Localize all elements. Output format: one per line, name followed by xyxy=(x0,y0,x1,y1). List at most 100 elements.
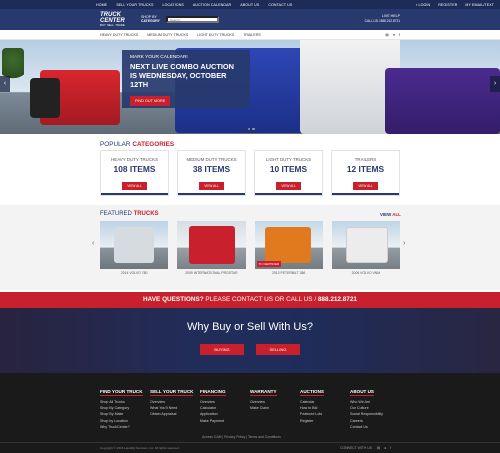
featured-next-arrow[interactable]: › xyxy=(403,240,405,247)
facebook-icon[interactable]: f xyxy=(390,446,391,450)
heading-accent: TRUCKS xyxy=(133,211,159,217)
buying-button[interactable]: BUYING xyxy=(200,344,244,355)
subnav-light-duty[interactable]: LIGHT DUTY TRUCKS xyxy=(197,33,234,37)
category-name: LIGHT DUTY TRUCKS xyxy=(265,157,312,162)
footer: FIND YOUR TRUCK Shop All Trucks Shop By … xyxy=(0,373,500,453)
footer-bottom: Access CAM | Privacy Policy | Terms and … xyxy=(0,435,500,453)
footer-col-sell: SELL YOUR TRUCK Overview What You'll Nee… xyxy=(150,380,200,430)
subnav-medium-duty[interactable]: MEDIUM DUTY TRUCKS xyxy=(147,33,188,37)
footer-columns: FIND YOUR TRUCK Shop All Trucks Shop By … xyxy=(100,380,400,430)
nav-sell[interactable]: SELL YOUR TRUCKS xyxy=(116,3,153,7)
nav-auction-calendar[interactable]: AUCTION CALENDAR xyxy=(193,3,231,7)
category-card-heavy[interactable]: HEAVY DUTY TRUCKS 108 ITEMS VIEW ALL xyxy=(100,150,169,196)
truck-caption: 2013 PETERBILT 386 xyxy=(272,271,306,275)
facebook-icon[interactable]: f xyxy=(399,33,400,37)
footer-heading: SELL YOUR TRUCK xyxy=(150,389,194,396)
category-label: CATEGORY xyxy=(141,19,160,23)
subnav-heavy-duty[interactable]: HEAVY DUTY TRUCKS xyxy=(100,33,138,37)
category-card-medium[interactable]: MEDIUM DUTY TRUCKS 38 ITEMS VIEW ALL xyxy=(177,150,246,196)
logo-tagline: BUY. SELL. TRADE xyxy=(100,23,125,27)
category-nav: HEAVY DUTY TRUCKS MEDIUM DUTY TRUCKS LIG… xyxy=(0,30,500,40)
category-cards: HEAVY DUTY TRUCKS 108 ITEMS VIEW ALL MED… xyxy=(100,150,400,196)
category-count: 10 ITEMS xyxy=(269,164,308,174)
view-all-link[interactable]: VIEW ALL xyxy=(380,212,401,217)
featured-truck-card[interactable]: 2014 VOLVO 780 xyxy=(100,221,169,279)
footer-legal-links[interactable]: Access CAM | Privacy Policy | Terms and … xyxy=(202,435,281,439)
view-all-button[interactable]: VIEW ALL xyxy=(353,182,378,190)
featured-prev-arrow[interactable]: ‹ xyxy=(92,240,94,247)
slider-dots xyxy=(244,128,255,131)
footer-link[interactable]: Contact Us xyxy=(350,424,400,430)
truck-photo: TC CERTIFIED xyxy=(254,221,323,269)
slide-dot[interactable] xyxy=(244,128,247,131)
top-nav: HOME SELL YOUR TRUCKS LOCATIONS AUCTION … xyxy=(0,0,500,9)
selling-button[interactable]: SELLING xyxy=(256,344,300,355)
why-buttons: BUYING SELLING xyxy=(0,344,500,355)
card-underline xyxy=(255,193,322,195)
slide-dot[interactable] xyxy=(252,128,255,131)
featured-carousel: 2014 VOLVO 780 2009 INTERNATIONAL PROSTA… xyxy=(100,221,400,279)
connect-label: CONNECT WITH US xyxy=(340,446,372,450)
view-all-button[interactable]: VIEW ALL xyxy=(122,182,147,190)
footer-heading: FINANCING xyxy=(200,389,226,396)
hero-prev-arrow[interactable]: ‹ xyxy=(0,76,10,92)
hero-next-arrow[interactable]: › xyxy=(490,76,500,92)
footer-col-about: ABOUT US Who We Are Our Culture Social R… xyxy=(350,380,400,430)
rss-icon[interactable]: ▤ xyxy=(377,446,380,450)
category-count: 38 ITEMS xyxy=(192,164,231,174)
find-out-more-button[interactable]: FIND OUT MORE xyxy=(130,96,171,107)
twitter-icon[interactable]: ● xyxy=(384,446,386,450)
category-count: 108 ITEMS xyxy=(113,164,156,174)
page: HOME SELL YOUR TRUCKS LOCATIONS AUCTION … xyxy=(0,0,500,453)
view-all-button[interactable]: VIEW ALL xyxy=(199,182,224,190)
search-input[interactable] xyxy=(166,16,219,23)
truck-caption: 2006 VOLVO VNM xyxy=(351,271,381,275)
register-link[interactable]: REGISTER xyxy=(438,3,457,7)
footer-heading: AUCTIONS xyxy=(300,389,324,396)
category-card-light[interactable]: LIGHT DUTY TRUCKS 10 ITEMS VIEW ALL xyxy=(254,150,323,196)
footer-link[interactable]: Make Claim xyxy=(250,405,300,411)
truck-photo xyxy=(177,221,246,269)
card-underline xyxy=(178,193,245,195)
login-link[interactable]: ▪ LOGIN xyxy=(416,3,430,7)
nav-contact[interactable]: CONTACT US xyxy=(268,3,292,7)
questions-banner[interactable]: HAVE QUESTIONS? PLEASE CONTACT US OR CAL… xyxy=(0,292,500,308)
category-name: TRAILERS xyxy=(354,157,377,162)
truck-photo xyxy=(100,221,169,269)
hero-announcement: MARK YOUR CALENDAR! NEXT LIVE COMBO AUCT… xyxy=(122,50,250,108)
truck-image-purple xyxy=(385,68,500,134)
contact-block: LIVE HELP CALL US / 888.212.8721 xyxy=(365,14,400,24)
connect-with-us: CONNECT WITH US ▤ ● f xyxy=(340,446,391,450)
nav-about[interactable]: ABOUT US xyxy=(240,3,259,7)
why-buy-section: Why Buy or Sell With Us? BUYING SELLING xyxy=(0,308,500,373)
nav-locations[interactable]: LOCATIONS xyxy=(162,3,183,7)
all-label: ALL xyxy=(392,212,401,217)
featured-truck-card[interactable]: 2009 INTERNATIONAL PROSTAR xyxy=(177,221,246,279)
view-all-button[interactable]: VIEW ALL xyxy=(276,182,301,190)
category-name: HEAVY DUTY TRUCKS xyxy=(111,157,158,162)
footer-link[interactable]: Obtain Appraisal xyxy=(150,411,200,417)
footer-link[interactable]: Register xyxy=(300,418,350,424)
rss-icon[interactable]: ▤ xyxy=(385,33,388,37)
questions-text: PLEASE CONTACT US OR CALL US / xyxy=(203,296,318,303)
logo[interactable]: TRUCK CENTER BUY. SELL. TRADE xyxy=(100,12,134,27)
twitter-icon[interactable]: ● xyxy=(393,33,395,37)
shop-by-category-menu[interactable]: SHOP BY CATEGORY xyxy=(141,15,160,23)
card-underline xyxy=(101,193,168,195)
slide-dot[interactable] xyxy=(248,128,251,131)
why-heading: Why Buy or Sell With Us? xyxy=(187,321,313,333)
email-list-link[interactable]: MY EMAIL/TEXT xyxy=(465,3,494,7)
questions-bold: HAVE QUESTIONS? xyxy=(143,296,204,303)
footer-link[interactable]: Make Payment xyxy=(200,418,250,424)
subnav-trailers[interactable]: TRAILERS xyxy=(243,33,261,37)
header: TRUCK CENTER BUY. SELL. TRADE SHOP BY CA… xyxy=(0,9,500,30)
category-name: MEDIUM DUTY TRUCKS xyxy=(186,157,237,162)
card-underline xyxy=(332,193,399,195)
category-card-trailers[interactable]: TRAILERS 12 ITEMS VIEW ALL xyxy=(331,150,400,196)
truck-photo xyxy=(331,221,400,269)
featured-truck-card[interactable]: 2006 VOLVO VNM xyxy=(331,221,400,279)
footer-col-financing: FINANCING Overview Calculator Applicatio… xyxy=(200,380,250,430)
featured-truck-card[interactable]: TC CERTIFIED 2013 PETERBILT 386 xyxy=(254,221,323,279)
footer-link[interactable]: Why TruckCenter? xyxy=(100,424,150,430)
nav-home[interactable]: HOME xyxy=(96,3,107,7)
